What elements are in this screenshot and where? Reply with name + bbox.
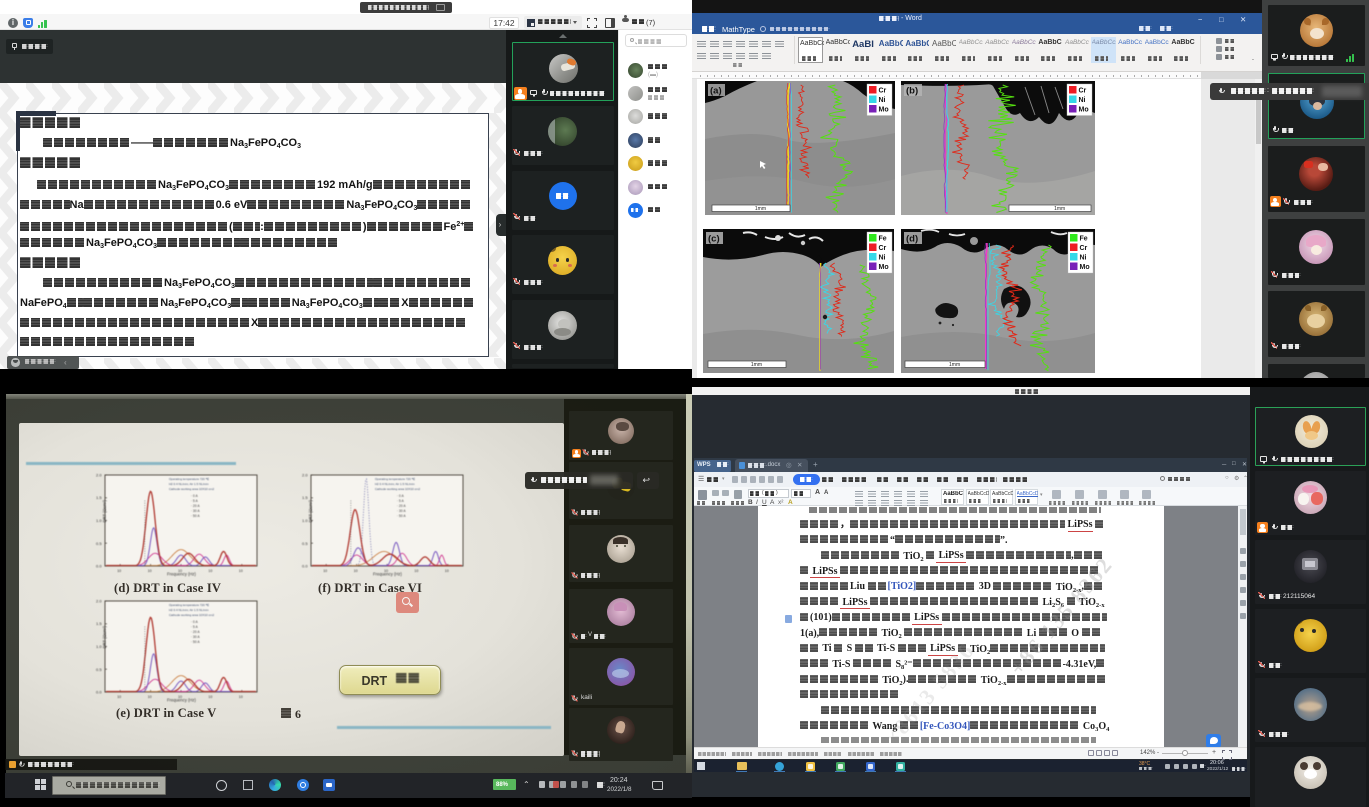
svg-text:2.0: 2.0 <box>96 599 102 604</box>
svg-text:0.5: 0.5 <box>302 541 308 546</box>
svg-text:10: 10 <box>445 569 449 573</box>
svg-text:(d): (d) <box>906 233 918 244</box>
svg-text:DRT (Ωcm²): DRT (Ωcm²) <box>102 499 107 522</box>
svg-text:(c): (c) <box>708 233 720 244</box>
svg-text:· 30 A: · 30 A <box>397 509 407 513</box>
svg-text:· 0 A: · 0 A <box>191 620 199 624</box>
svg-text:10: 10 <box>117 695 121 699</box>
svg-text:Frequency (Hz): Frequency (Hz) <box>167 572 196 577</box>
svg-text:10: 10 <box>354 569 358 573</box>
svg-text:· 50 A: · 50 A <box>191 640 201 644</box>
svg-text:Fe: Fe <box>1080 235 1088 242</box>
svg-text:· 5 A: · 5 A <box>191 625 199 629</box>
svg-text:10: 10 <box>148 695 152 699</box>
svg-text:Frequency (Hz): Frequency (Hz) <box>373 572 402 577</box>
svg-text:Mo: Mo <box>878 264 888 271</box>
svg-text:Frequency (Hz): Frequency (Hz) <box>167 698 196 703</box>
svg-text:· 0 A: · 0 A <box>191 494 199 498</box>
svg-text:· 20 A: · 20 A <box>397 504 407 508</box>
svg-text:1.5: 1.5 <box>96 621 102 626</box>
svg-text:1mm: 1mm <box>755 206 766 212</box>
svg-text:0.0: 0.0 <box>302 564 308 569</box>
svg-text:DRT (Ωcm²): DRT (Ωcm²) <box>308 499 313 522</box>
svg-text:Mo: Mo <box>1079 106 1089 113</box>
svg-text:10: 10 <box>239 569 243 573</box>
svg-text:Cr: Cr <box>878 245 886 252</box>
svg-text:· 20 A: · 20 A <box>191 504 201 508</box>
svg-text:Mo: Mo <box>879 106 889 113</box>
svg-text:10: 10 <box>148 569 152 573</box>
svg-text:Ni: Ni <box>1079 97 1086 104</box>
svg-text:· 0 A: · 0 A <box>397 494 405 498</box>
svg-text:1mm: 1mm <box>949 362 960 368</box>
svg-text:· 5 A: · 5 A <box>397 499 405 503</box>
svg-text:1.5: 1.5 <box>96 495 102 500</box>
svg-text:Operating temperature 720 ℃: Operating temperature 720 ℃ <box>375 477 416 481</box>
svg-text:1mm: 1mm <box>750 362 761 368</box>
svg-text:10: 10 <box>323 569 327 573</box>
svg-text:Operating temperature 720 ℃: Operating temperature 720 ℃ <box>169 477 210 481</box>
svg-text:0.0: 0.0 <box>96 564 102 569</box>
svg-text:1.5: 1.5 <box>302 495 308 500</box>
svg-text:Fe: Fe <box>878 235 886 242</box>
svg-text:Cathode working area 10X10 cm2: Cathode working area 10X10 cm2 <box>169 613 215 617</box>
svg-text:Operating temperature 720 ℃: Operating temperature 720 ℃ <box>169 603 210 607</box>
svg-text:2.0: 2.0 <box>96 473 102 478</box>
svg-text:10: 10 <box>414 569 418 573</box>
svg-text:0.5: 0.5 <box>96 667 102 672</box>
svg-text:· 30 A: · 30 A <box>191 635 201 639</box>
svg-text:(b): (b) <box>906 85 918 96</box>
svg-text:H2 0.4 NL/min; Air 1.5 NL/min: H2 0.4 NL/min; Air 1.5 NL/min <box>169 482 209 486</box>
svg-text:Cr: Cr <box>879 87 887 94</box>
svg-text:· 50 A: · 50 A <box>397 514 407 518</box>
svg-text:H2 0.4 NL/min; Air 1.5 NL/min: H2 0.4 NL/min; Air 1.5 NL/min <box>375 482 415 486</box>
svg-text:0.0: 0.0 <box>96 690 102 695</box>
svg-text:0.5: 0.5 <box>96 541 102 546</box>
svg-text:10: 10 <box>117 569 121 573</box>
svg-text:10: 10 <box>208 695 212 699</box>
svg-text:10: 10 <box>239 695 243 699</box>
svg-text:Ni: Ni <box>878 254 885 261</box>
svg-text:(a): (a) <box>710 85 722 96</box>
svg-text:DRT (Ωcm²): DRT (Ωcm²) <box>102 625 107 648</box>
svg-text:Ni: Ni <box>1080 254 1087 261</box>
svg-text:Cathode working area 10X10 cm2: Cathode working area 10X10 cm2 <box>375 487 421 491</box>
svg-text:H2 0.4 NL/min; Air 1.5 NL/min: H2 0.4 NL/min; Air 1.5 NL/min <box>169 608 209 612</box>
svg-text:10: 10 <box>208 569 212 573</box>
svg-text:Ni: Ni <box>879 97 886 104</box>
svg-text:1mm: 1mm <box>1054 206 1065 212</box>
svg-text:· 20 A: · 20 A <box>191 630 201 634</box>
svg-text:Cathode working area 10X10 cm2: Cathode working area 10X10 cm2 <box>169 487 215 491</box>
svg-text:2.0: 2.0 <box>302 473 308 478</box>
svg-text:· 50 A: · 50 A <box>191 514 201 518</box>
svg-text:Cr: Cr <box>1079 87 1087 94</box>
svg-text:· 5 A: · 5 A <box>191 499 199 503</box>
svg-text:· 30 A: · 30 A <box>191 509 201 513</box>
svg-text:Mo: Mo <box>1080 264 1090 271</box>
svg-text:Cr: Cr <box>1080 245 1088 252</box>
